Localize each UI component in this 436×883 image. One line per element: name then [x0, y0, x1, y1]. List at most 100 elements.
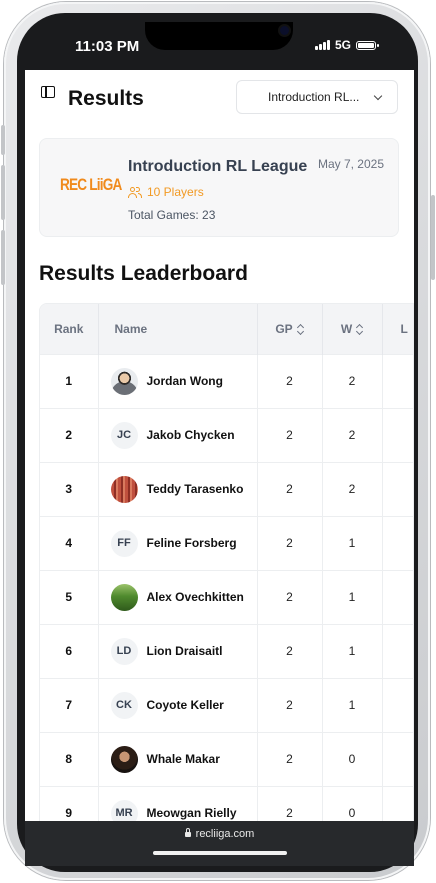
avatar-initials: JC: [110, 421, 138, 449]
name-cell[interactable]: Whale Makar: [98, 731, 258, 786]
name-cell[interactable]: MR Meowgan Rielly: [98, 785, 258, 821]
table-row[interactable]: 6 LD Lion Draisaitl 2 1: [40, 623, 413, 678]
l-cell: [382, 623, 413, 678]
side-button-right: [431, 195, 435, 280]
league-logo: REC LiiGA: [60, 175, 122, 194]
name-cell[interactable]: Teddy Tarasenko: [98, 461, 258, 516]
l-cell: [382, 785, 413, 821]
rank-cell: 4: [40, 515, 99, 570]
table-row[interactable]: 9 MR Meowgan Rielly 2 0: [40, 785, 413, 821]
player-name: Meowgan Rielly: [146, 806, 237, 820]
avatar-initials: CK: [110, 691, 138, 719]
gp-cell: 2: [257, 785, 323, 821]
avatar: [110, 745, 138, 773]
avatar: [110, 583, 138, 611]
rank-cell: 7: [40, 677, 99, 732]
signal-icon: [314, 40, 330, 50]
name-cell[interactable]: CK Coyote Keller: [98, 677, 258, 732]
leaderboard-body: 1 Jordan Wong 2 2 2 JC Jakob Chycken 2 2 3 Teddy T…: [40, 353, 413, 821]
notch: [145, 22, 293, 50]
l-cell: [382, 569, 413, 624]
players-count: 10 Players: [128, 185, 204, 199]
side-button-left-3: [1, 230, 5, 285]
network-label: 5G: [334, 38, 351, 52]
league-card[interactable]: REC LiiGA Introduction RL League May 7, …: [39, 138, 399, 237]
player-name: Lion Draisaitl: [146, 644, 223, 658]
status-icons: 5G: [314, 38, 379, 52]
rank-cell: 2: [40, 407, 99, 462]
name-cell[interactable]: JC Jakob Chycken: [98, 407, 258, 462]
gp-cell: 2: [257, 731, 323, 786]
name-cell[interactable]: LD Lion Draisaitl: [98, 623, 258, 678]
table-row[interactable]: 2 JC Jakob Chycken 2 2: [40, 407, 413, 462]
table-row[interactable]: 3 Teddy Tarasenko 2 2: [40, 461, 413, 516]
column-header-l[interactable]: L: [382, 304, 413, 354]
url-text: recliiga.com: [195, 828, 255, 840]
table-row[interactable]: 4 FF Feline Forsberg 2 1: [40, 515, 413, 570]
avatar: [110, 475, 138, 503]
table-header-row: Rank Name GP W L: [40, 304, 413, 354]
league-select[interactable]: Introduction RL...: [236, 80, 398, 114]
player-name: Alex Ovechkitten: [146, 590, 244, 604]
table-row[interactable]: 8 Whale Makar 2 0: [40, 731, 413, 786]
rank-cell: 6: [40, 623, 99, 678]
w-cell: 1: [322, 677, 383, 732]
sort-icon: [357, 324, 363, 334]
rank-cell: 3: [40, 461, 99, 516]
column-header-gp[interactable]: GP: [257, 304, 323, 354]
name-cell[interactable]: Jordan Wong: [98, 353, 258, 408]
w-cell: 1: [322, 623, 383, 678]
w-cell: 2: [322, 353, 383, 408]
status-bar: 11:03 PM 5G: [25, 22, 414, 70]
leaderboard-table: Rank Name GP W L 1 Jordan Wong 2 2 2 JC Jakob …: [40, 304, 413, 821]
table-row[interactable]: 7 CK Coyote Keller 2 1: [40, 677, 413, 732]
w-cell: 1: [322, 515, 383, 570]
page-header: Results Introduction RL...: [25, 70, 414, 130]
side-button-left-2: [1, 165, 5, 220]
column-header-rank: Rank: [40, 304, 99, 354]
leaderboard-title: Results Leaderboard: [39, 262, 248, 285]
sidebar-toggle-icon[interactable]: [41, 86, 55, 98]
player-name: Feline Forsberg: [146, 536, 237, 550]
l-cell: [382, 731, 413, 786]
avatar: [110, 367, 138, 395]
players-label: 10 Players: [147, 185, 204, 199]
column-header-w[interactable]: W: [322, 304, 383, 354]
l-cell: [382, 515, 413, 570]
name-cell[interactable]: FF Feline Forsberg: [98, 515, 258, 570]
gp-cell: 2: [257, 461, 323, 516]
avatar-initials: FF: [110, 529, 138, 557]
gp-cell: 2: [257, 623, 323, 678]
gp-cell: 2: [257, 407, 323, 462]
rank-cell: 8: [40, 731, 99, 786]
player-name: Jakob Chycken: [146, 428, 235, 442]
gp-cell: 2: [257, 677, 323, 732]
column-header-name: Name: [98, 304, 258, 354]
browser-bar: recliiga.com: [25, 821, 414, 866]
l-cell: [382, 461, 413, 516]
leaderboard-table-container[interactable]: Rank Name GP W L 1 Jordan Wong 2 2 2 JC Jakob …: [39, 303, 414, 821]
w-cell: 2: [322, 461, 383, 516]
column-header-gp-label: GP: [275, 321, 293, 336]
camera: [280, 26, 289, 35]
status-time: 11:03 PM: [75, 38, 140, 55]
league-select-value: Introduction RL...: [268, 90, 360, 104]
total-games: Total Games: 23: [128, 208, 216, 222]
side-button-left-1: [1, 125, 5, 155]
w-cell: 0: [322, 731, 383, 786]
league-date: May 7, 2025: [317, 157, 384, 171]
home-indicator[interactable]: [153, 851, 287, 855]
url-bar[interactable]: recliiga.com: [25, 828, 414, 840]
gp-cell: 2: [257, 353, 323, 408]
player-name: Whale Makar: [146, 752, 220, 766]
name-cell[interactable]: Alex Ovechkitten: [98, 569, 258, 624]
column-header-w-label: W: [340, 321, 353, 336]
gp-cell: 2: [257, 569, 323, 624]
table-row[interactable]: 1 Jordan Wong 2 2: [40, 353, 413, 408]
w-cell: 2: [322, 407, 383, 462]
table-row[interactable]: 5 Alex Ovechkitten 2 1: [40, 569, 413, 624]
app-screen: Results Introduction RL... REC LiiGA Int…: [25, 70, 414, 821]
w-cell: 0: [322, 785, 383, 821]
player-name: Teddy Tarasenko: [146, 482, 244, 496]
lock-icon: [184, 828, 191, 837]
